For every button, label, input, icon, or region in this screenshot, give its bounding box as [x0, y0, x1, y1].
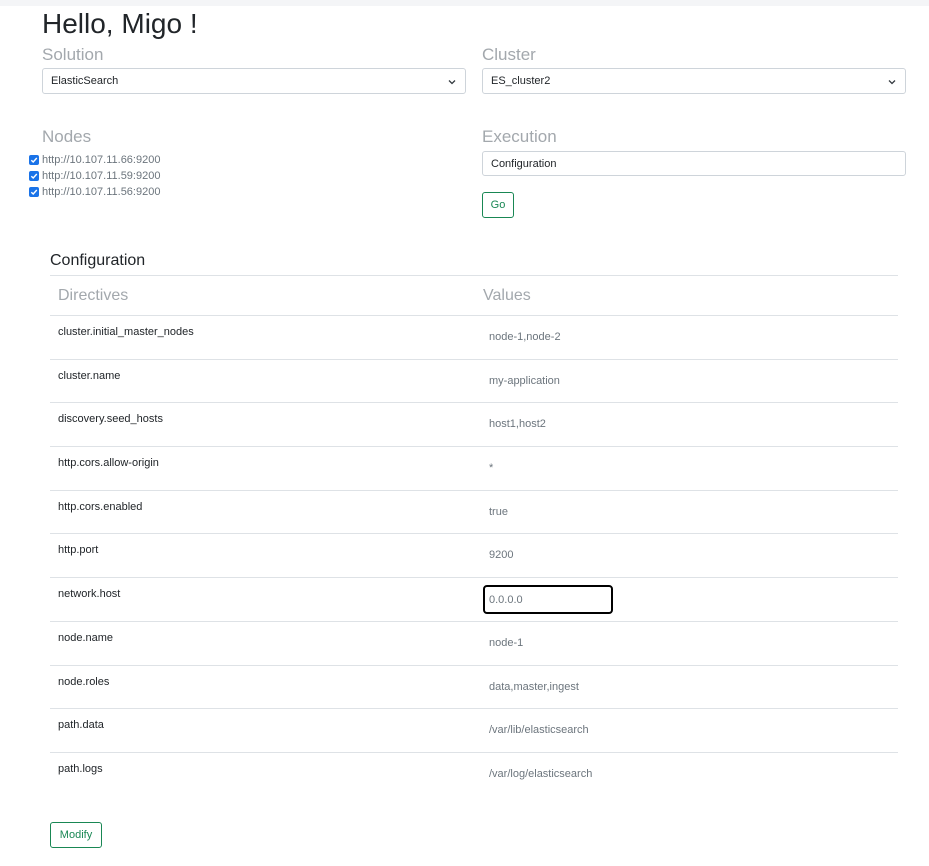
table-row: http.cors.enabled true — [50, 491, 898, 535]
directive-name: node.roles — [58, 675, 110, 688]
nodes-list: http://10.107.11.66:9200 http://10.107.1… — [29, 152, 160, 200]
directive-value[interactable]: /var/lib/elasticsearch — [489, 724, 589, 736]
directive-value[interactable]: * — [489, 462, 493, 474]
table-row: cluster.initial_master_nodes node-1,node… — [50, 316, 898, 360]
table-row: path.data /var/lib/elasticsearch — [50, 709, 898, 753]
table-header: Directives Values — [50, 276, 898, 316]
table-row: node.roles data,master,ingest — [50, 666, 898, 710]
cluster-select[interactable]: ES_cluster2 — [482, 68, 906, 94]
table-row: discovery.seed_hosts host1,host2 — [50, 403, 898, 448]
directive-value[interactable]: true — [489, 506, 508, 518]
checkmark-icon — [30, 173, 38, 180]
directive-value-input[interactable] — [483, 585, 613, 615]
chevron-down-icon — [888, 80, 896, 85]
directive-name: path.data — [58, 719, 104, 732]
table-row: node.name node-1 — [50, 622, 898, 666]
configuration-title: Configuration — [50, 252, 146, 269]
node-url: http://10.107.11.56:9200 — [42, 186, 161, 198]
checkmark-icon — [30, 157, 38, 164]
table-row: network.host — [50, 578, 898, 622]
table-row: cluster.name my-application — [50, 360, 898, 404]
directive-value[interactable]: host1,host2 — [489, 418, 546, 430]
modify-button[interactable]: Modify — [50, 822, 102, 848]
nodes-label: Nodes — [42, 127, 92, 146]
checkmark-icon — [30, 189, 38, 196]
execution-input[interactable] — [482, 151, 906, 176]
directive-value[interactable]: 9200 — [489, 549, 513, 561]
table-row: http.port 9200 — [50, 534, 898, 579]
go-button[interactable]: Go — [482, 192, 514, 218]
directive-name: discovery.seed_hosts — [58, 413, 163, 426]
solution-label: Solution — [42, 45, 104, 64]
directive-value[interactable]: data,master,ingest — [489, 681, 579, 693]
directive-value[interactable]: /var/log/elasticsearch — [489, 768, 592, 780]
greeting-title: Hello, Migo ! — [42, 8, 198, 39]
node-url: http://10.107.11.59:9200 — [42, 170, 161, 182]
solution-select[interactable]: ElasticSearch — [42, 68, 466, 94]
directive-name: http.cors.allow-origin — [58, 457, 159, 470]
node-item: http://10.107.11.66:9200 — [29, 152, 160, 168]
directive-value[interactable]: node-1,node-2 — [489, 331, 561, 343]
node-checkbox[interactable] — [29, 171, 39, 181]
solution-selected-value: ElasticSearch — [51, 75, 119, 87]
configuration-table: Directives Values cluster.initial_master… — [50, 276, 898, 797]
cluster-selected-value: ES_cluster2 — [491, 75, 551, 87]
execution-label: Execution — [482, 127, 557, 146]
node-item: http://10.107.11.56:9200 — [29, 184, 160, 200]
node-checkbox[interactable] — [29, 187, 39, 197]
cluster-label: Cluster — [482, 45, 536, 64]
directive-name: network.host — [58, 588, 121, 601]
directive-name: http.port — [58, 544, 99, 557]
values-header: Values — [483, 287, 531, 304]
directive-name: node.name — [58, 631, 114, 644]
directive-name: cluster.initial_master_nodes — [58, 326, 194, 338]
node-url: http://10.107.11.66:9200 — [42, 154, 161, 166]
directive-value[interactable]: my-application — [489, 375, 560, 387]
node-checkbox[interactable] — [29, 155, 39, 165]
table-row: path.logs /var/log/elasticsearch — [50, 753, 898, 797]
chevron-down-icon — [448, 80, 456, 85]
node-item: http://10.107.11.59:9200 — [29, 168, 160, 184]
directives-header: Directives — [58, 287, 129, 304]
directive-name: http.cors.enabled — [58, 500, 143, 513]
table-row: http.cors.allow-origin * — [50, 447, 898, 491]
directive-name: cluster.name — [58, 369, 121, 382]
directive-name: path.logs — [58, 762, 103, 775]
directive-value[interactable]: node-1 — [489, 637, 523, 649]
